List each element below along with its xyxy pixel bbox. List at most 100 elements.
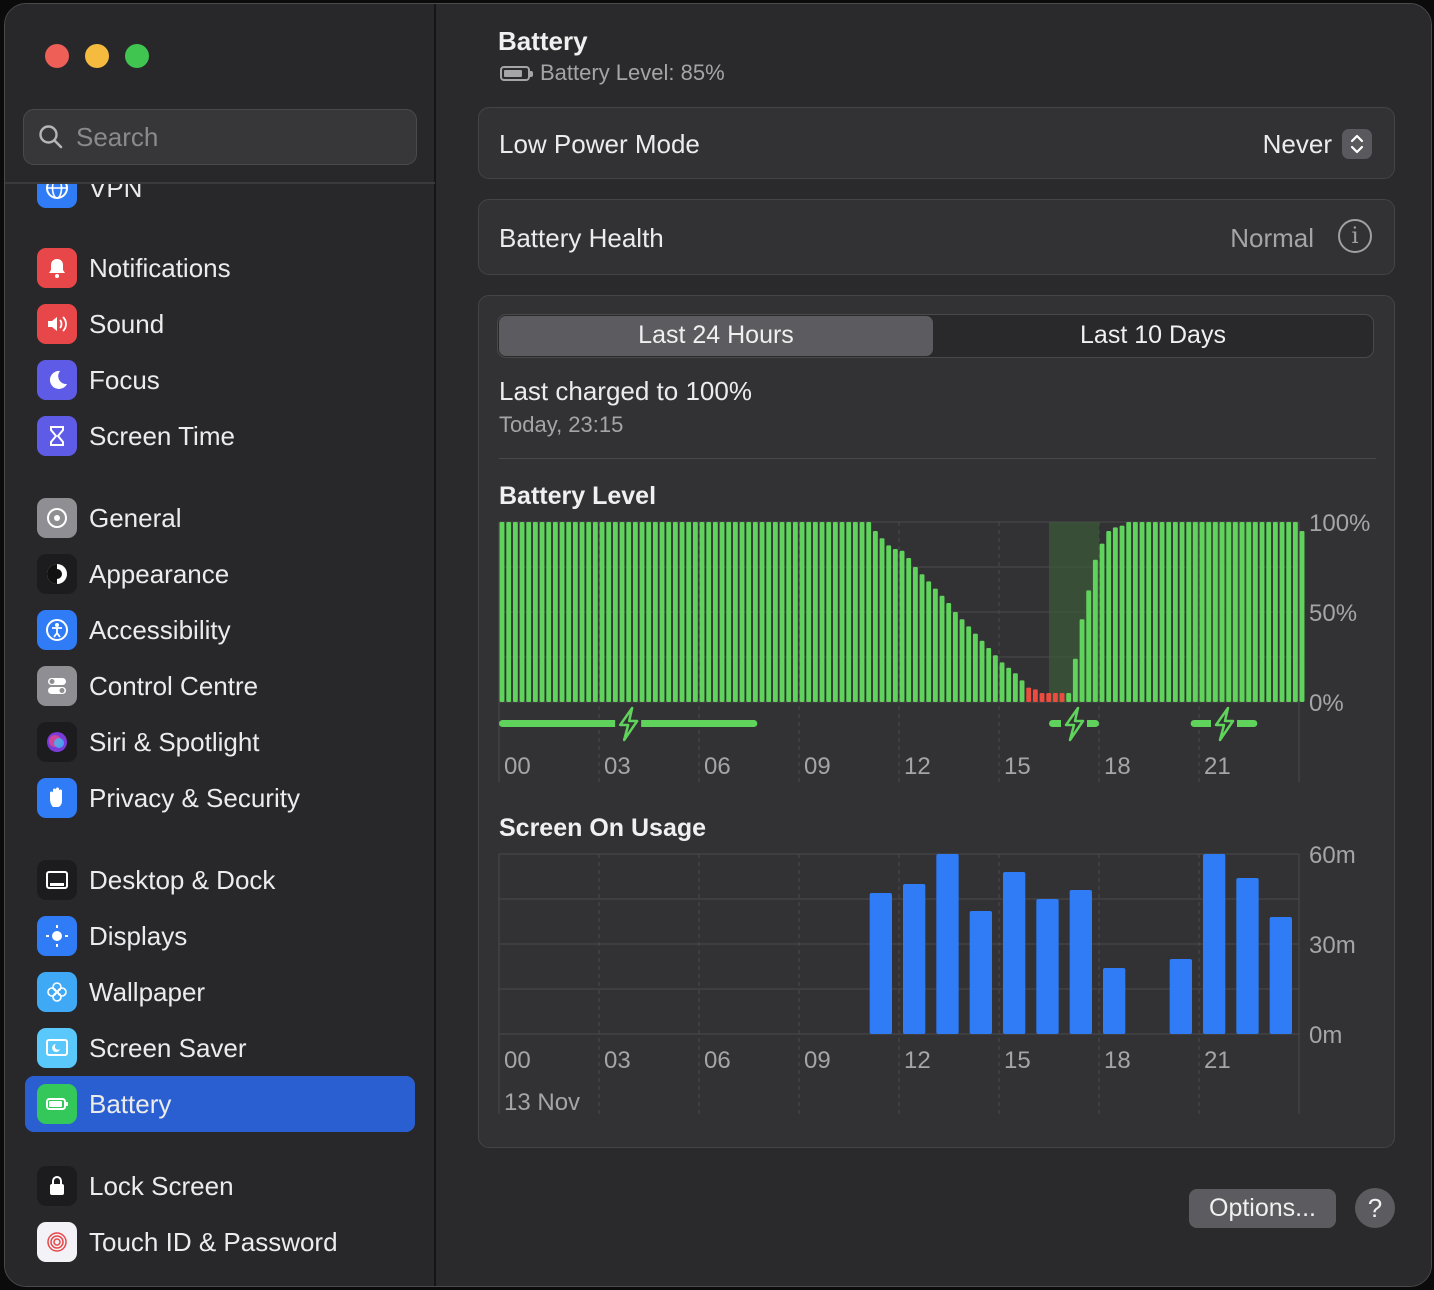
x-tick-label: 21	[1204, 1047, 1231, 1074]
usage-bar	[903, 884, 926, 1034]
y-tick-label: 50%	[1309, 600, 1357, 627]
usage-history-card: Last 24 Hours Last 10 Days Last charged …	[478, 295, 1395, 1148]
minimize-button[interactable]	[85, 44, 109, 68]
battery-level-bar	[752, 522, 758, 702]
x-tick-label: 15	[1004, 1047, 1031, 1074]
battery-level-bar	[1212, 522, 1218, 702]
battery-level-bar	[686, 522, 692, 702]
battery-level-bar	[1132, 522, 1138, 702]
tab-last-10-days[interactable]: Last 10 Days	[936, 321, 1370, 350]
sidebar-item-lock-screen[interactable]: Lock Screen	[25, 1158, 415, 1214]
battery-pane: Battery Battery Level: 85% Low Power Mod…	[438, 4, 1431, 1286]
close-button[interactable]	[45, 44, 69, 68]
battery-level-bar	[1146, 522, 1152, 702]
zoom-button[interactable]	[125, 44, 149, 68]
sun-icon	[37, 916, 77, 956]
sidebar-item-battery[interactable]: Battery	[25, 1076, 415, 1132]
sidebar-item-screen-time[interactable]: Screen Time	[25, 408, 415, 464]
battery-level-bar	[659, 522, 665, 702]
sidebar-item-general[interactable]: General	[25, 490, 415, 546]
sidebar-item-notifications[interactable]: Notifications	[25, 240, 415, 296]
x-tick-label: 06	[704, 753, 731, 780]
battery-level-bar	[612, 522, 618, 702]
battery-level-bar	[1239, 522, 1245, 702]
battery-level-bar	[1179, 522, 1185, 702]
usage-bar	[1269, 917, 1292, 1034]
battery-level-bar	[639, 522, 645, 702]
battery-level-bar	[1119, 525, 1125, 702]
sidebar-item-screen-saver[interactable]: Screen Saver	[25, 1020, 415, 1076]
battery-level-bar	[526, 522, 532, 702]
battery-level-bar	[679, 522, 685, 702]
sidebar: VPN Notifications Sound Focus Screen Time Ge…	[5, 4, 436, 1286]
info-icon[interactable]: i	[1338, 219, 1372, 253]
battery-level-bar	[1032, 689, 1038, 702]
battery-level-bar	[1226, 522, 1232, 702]
popup-chevrons-icon[interactable]	[1342, 129, 1372, 159]
battery-level-bar	[1059, 693, 1065, 702]
help-button[interactable]: ?	[1355, 1188, 1395, 1228]
y-tick-label: 0%	[1309, 690, 1344, 717]
screensaver-icon	[37, 1028, 77, 1068]
sidebar-item-label: VPN	[89, 184, 143, 203]
battery-level-bar	[606, 522, 612, 702]
tab-last-24-hours[interactable]: Last 24 Hours	[499, 321, 933, 350]
search-input[interactable]	[76, 121, 376, 153]
battery-level-bar	[772, 522, 778, 702]
battery-level-bar	[992, 655, 998, 702]
battery-level-bar	[632, 522, 638, 702]
battery-level-bar	[779, 522, 785, 702]
x-tick-label: 06	[704, 1047, 731, 1074]
battery-level-bar	[1192, 522, 1198, 702]
sidebar-item-wallpaper[interactable]: Wallpaper	[25, 964, 415, 1020]
usage-bar	[1069, 890, 1092, 1034]
battery-level-bar	[859, 522, 865, 702]
usage-bar	[1036, 899, 1059, 1034]
battery-level-bar	[786, 522, 792, 702]
x-tick-label: 00	[504, 753, 531, 780]
battery-level-bar	[792, 522, 798, 702]
usage-bar	[969, 911, 992, 1034]
battery-level-bar	[1092, 559, 1098, 702]
usage-bar	[1203, 854, 1226, 1034]
battery-level-bar	[892, 549, 898, 702]
battery-level-bar	[712, 522, 718, 702]
sidebar-item-label: Notifications	[89, 252, 231, 283]
battery-level-bar	[1152, 522, 1158, 702]
settings-window: VPN Notifications Sound Focus Screen Time Ge…	[4, 3, 1432, 1287]
battery-level-bar	[972, 633, 978, 702]
sidebar-item-label: Control Centre	[89, 670, 259, 701]
sidebar-item-accessibility[interactable]: Accessibility	[25, 602, 415, 658]
low-power-mode-value[interactable]: Never	[1263, 129, 1332, 160]
sidebar-item-privacy-security[interactable]: Privacy & Security	[25, 770, 415, 826]
sidebar-item-desktop-dock[interactable]: Desktop & Dock	[25, 852, 415, 908]
battery-level-bar	[946, 603, 952, 702]
appearance-icon	[37, 554, 77, 594]
battery-level-bar	[959, 619, 965, 702]
battery-level-bar	[952, 612, 958, 702]
sidebar-item-appearance[interactable]: Appearance	[25, 546, 415, 602]
sidebar-item-touch-id-password[interactable]: Touch ID & Password	[25, 1214, 415, 1270]
battery-level-bar	[592, 522, 598, 702]
battery-level-bar	[1046, 693, 1052, 702]
battery-level-chart: 100% 50% 0% 00 03 06 09 12 15 18 21	[498, 510, 1370, 782]
dock-icon	[37, 860, 77, 900]
options-button[interactable]: Options...	[1189, 1189, 1336, 1228]
battery-level-bar	[1052, 693, 1058, 702]
battery-level-bar	[572, 522, 578, 702]
sidebar-item-displays[interactable]: Displays	[25, 908, 415, 964]
search-field[interactable]	[23, 109, 417, 165]
x-tick-label: 18	[1104, 1047, 1131, 1074]
sidebar-item-vpn[interactable]: VPN	[25, 184, 415, 216]
battery-level-bar	[1172, 522, 1178, 702]
sidebar-item-label: Screen Time	[89, 420, 235, 451]
moon-icon	[37, 360, 77, 400]
sidebar-item-sound[interactable]: Sound	[25, 296, 415, 352]
x-tick-label: 12	[904, 1047, 931, 1074]
sidebar-item-control-centre[interactable]: Control Centre	[25, 658, 415, 714]
gear-icon	[37, 498, 77, 538]
search-icon	[39, 125, 63, 149]
sidebar-item-siri-spotlight[interactable]: Siri & Spotlight	[25, 714, 415, 770]
sidebar-item-focus[interactable]: Focus	[25, 352, 415, 408]
battery-level-bar	[1012, 673, 1018, 702]
